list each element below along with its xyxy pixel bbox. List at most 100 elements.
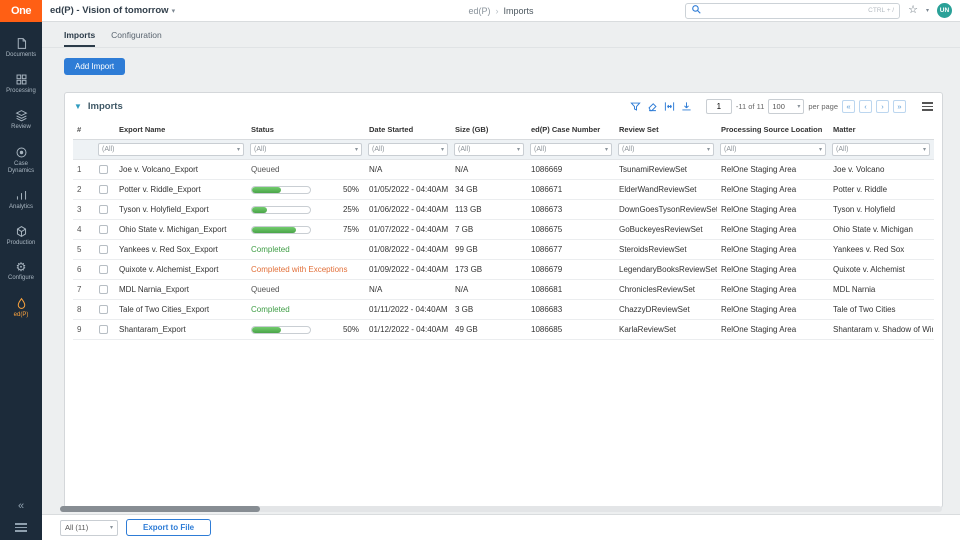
sidebar-item-review[interactable]: Review	[0, 104, 42, 136]
column-header-date-started[interactable]: Date Started	[365, 120, 451, 140]
filter-cell: (All)▾	[95, 139, 247, 160]
user-avatar[interactable]: UN	[937, 3, 952, 18]
relativityone-logo[interactable]: One	[0, 0, 42, 22]
last-page-button[interactable]: »	[893, 100, 906, 113]
row-checkbox[interactable]	[99, 285, 108, 295]
sidebar-item-case-dynamics[interactable]: Case Dynamics	[0, 141, 42, 180]
cell-review-set: LegendaryBooksReviewSet	[615, 259, 717, 280]
filter-select-processing-source-location[interactable]: (All) ▾	[720, 143, 826, 156]
filter-select-size-gb[interactable]: (All) ▾	[454, 143, 524, 156]
filter-select-matter[interactable]: (All) ▾	[832, 143, 930, 156]
table-row[interactable]: 5 Yankees v. Red Sox_Export Completed 01/08…	[73, 239, 934, 260]
favorites-star-icon[interactable]: ☆	[908, 5, 918, 16]
filter-select-status[interactable]: (All) ▾	[250, 143, 362, 156]
row-checkbox[interactable]	[99, 205, 108, 215]
prev-page-button[interactable]: ‹	[859, 100, 872, 113]
sidebar-item-configure[interactable]: ⚙ Configure	[0, 256, 42, 287]
scope-select[interactable]: All (11) ▾	[60, 519, 118, 536]
next-page-button[interactable]: ›	[876, 100, 889, 113]
column-header-export-name[interactable]: Export Name	[115, 120, 247, 140]
table-row[interactable]: 1 Joe v. Volcano_Export Queued N/A N/A 108666…	[73, 159, 934, 180]
table-row[interactable]: 4 Ohio State v. Michigan_Export 75% 01/07/2…	[73, 219, 934, 240]
favorites-caret-icon[interactable]: ▾	[926, 7, 929, 14]
sidebar-item-edp[interactable]: ed(P)	[0, 292, 42, 324]
topbar: ed(P) - Vision of tomorrow ▾ ed(P) › Imp…	[42, 0, 960, 22]
panel-menu-icon[interactable]	[922, 100, 933, 113]
table-row[interactable]: 9 Shantaram_Export 50% 01/12/2022 - 04:40AM…	[73, 319, 934, 340]
global-search[interactable]: CTRL + /	[685, 2, 901, 19]
cell-case-number: 1086677	[527, 239, 615, 260]
cell-checkbox	[95, 259, 115, 280]
table-row[interactable]: 6 Quixote v. Alchemist_Export Completed wi…	[73, 259, 934, 280]
table-row[interactable]: 7 MDL Narnia_Export Queued N/A N/A 1086681 Chr…	[73, 279, 934, 300]
filter-select-date-started[interactable]: (All) ▾	[368, 143, 448, 156]
cell-row-number: 1	[73, 159, 95, 180]
table-row[interactable]: 2 Potter v. Riddle_Export 50% 01/05/2022 - …	[73, 179, 934, 200]
column-header-matter[interactable]: Matter	[829, 120, 933, 140]
clear-filters-icon[interactable]	[647, 101, 658, 112]
row-checkbox[interactable]	[99, 245, 108, 255]
row-checkbox[interactable]	[99, 265, 108, 275]
collapse-panel-icon[interactable]: ▼	[74, 102, 82, 111]
sidebar-item-documents[interactable]: Documents	[0, 32, 42, 64]
filter-icon[interactable]	[630, 101, 641, 112]
search-shortcut-hint: CTRL + /	[868, 7, 895, 14]
cell-source-location: RelOne Staging Area	[717, 159, 829, 180]
breadcrumb-parent[interactable]: ed(P)	[468, 6, 490, 16]
status-text: Completed	[251, 305, 290, 314]
cell-workspace: Default Workspace	[933, 239, 934, 260]
export-to-file-button[interactable]: Export to File	[126, 519, 212, 536]
filter-select-export-name[interactable]: (All) ▾	[98, 143, 244, 156]
cell-date-started: 01/11/2022 - 04:40AM	[365, 299, 451, 320]
scrollbar-thumb[interactable]	[60, 506, 260, 512]
column-header-size-gb[interactable]: Size (GB)	[451, 120, 527, 140]
page-size-select[interactable]: 100 ▾	[768, 99, 805, 114]
case-dynamics-icon	[15, 146, 28, 159]
filter-select-review-set[interactable]: (All) ▾	[618, 143, 714, 156]
tab-imports[interactable]: Imports	[64, 30, 96, 47]
column-header-processing-source-location[interactable]: Processing Source Location	[717, 120, 829, 140]
row-checkbox[interactable]	[99, 225, 108, 235]
row-checkbox[interactable]	[99, 305, 108, 315]
tab-configuration[interactable]: Configuration	[111, 30, 162, 47]
first-page-button[interactable]: «	[842, 100, 855, 113]
table-row[interactable]: 3 Tyson v. Holyfield_Export 25% 01/06/2022 …	[73, 199, 934, 220]
export-list-icon[interactable]	[681, 101, 692, 112]
sidebar-footer: «	[0, 495, 42, 540]
row-checkbox[interactable]	[99, 165, 108, 175]
column-header-status[interactable]: Status	[247, 120, 365, 140]
cell-export-name: MDL Narnia_Export	[115, 279, 247, 300]
column-header-review-set[interactable]: Review Set	[615, 120, 717, 140]
search-input[interactable]	[702, 6, 869, 15]
sidebar-item-processing[interactable]: Processing	[0, 68, 42, 100]
cell-matter: Shantaram v. Shadow of Wind	[829, 319, 933, 340]
sidebar-menu-icon[interactable]	[15, 521, 27, 534]
chevron-down-icon: ▾	[706, 147, 710, 153]
filter-select-ed-p-case-number[interactable]: (All) ▾	[530, 143, 612, 156]
workspace-title[interactable]: ed(P) - Vision of tomorrow	[50, 5, 169, 16]
column-header-workspace[interactable]: Workspace	[933, 120, 934, 140]
page-number-input[interactable]	[705, 99, 732, 114]
fit-columns-icon[interactable]	[664, 101, 675, 112]
status-text: Completed	[251, 245, 290, 254]
add-import-button[interactable]: Add Import	[64, 58, 126, 75]
cell-size: 99 GB	[451, 239, 527, 260]
table-row[interactable]: 8 Tale of Two Cities_Export Completed 01/11…	[73, 299, 934, 320]
tab-bar: Imports Configuration	[42, 22, 960, 48]
row-checkbox[interactable]	[99, 325, 108, 335]
cell-date-started: N/A	[365, 159, 451, 180]
cell-matter: MDL Narnia	[829, 279, 933, 300]
cell-matter: Tale of Two Cities	[829, 299, 933, 320]
sidebar-item-production[interactable]: Production	[0, 220, 42, 252]
cell-export-name: Joe v. Volcano_Export	[115, 159, 247, 180]
sidebar-item-analytics[interactable]: Analytics	[0, 184, 42, 216]
collapse-sidebar-icon[interactable]: «	[18, 501, 24, 512]
filter-empty-cell	[73, 139, 95, 160]
column-header-ed-p-case-number[interactable]: ed(P) Case Number	[527, 120, 615, 140]
cell-status: Completed	[247, 299, 365, 320]
imports-panel: ▼ Imports -11 of 11 100 ▾ per page « ‹ ›…	[64, 92, 943, 508]
workspace-caret-icon[interactable]: ▾	[172, 7, 176, 15]
row-checkbox[interactable]	[99, 185, 108, 195]
horizontal-scrollbar[interactable]	[60, 506, 942, 512]
cell-checkbox	[95, 219, 115, 240]
